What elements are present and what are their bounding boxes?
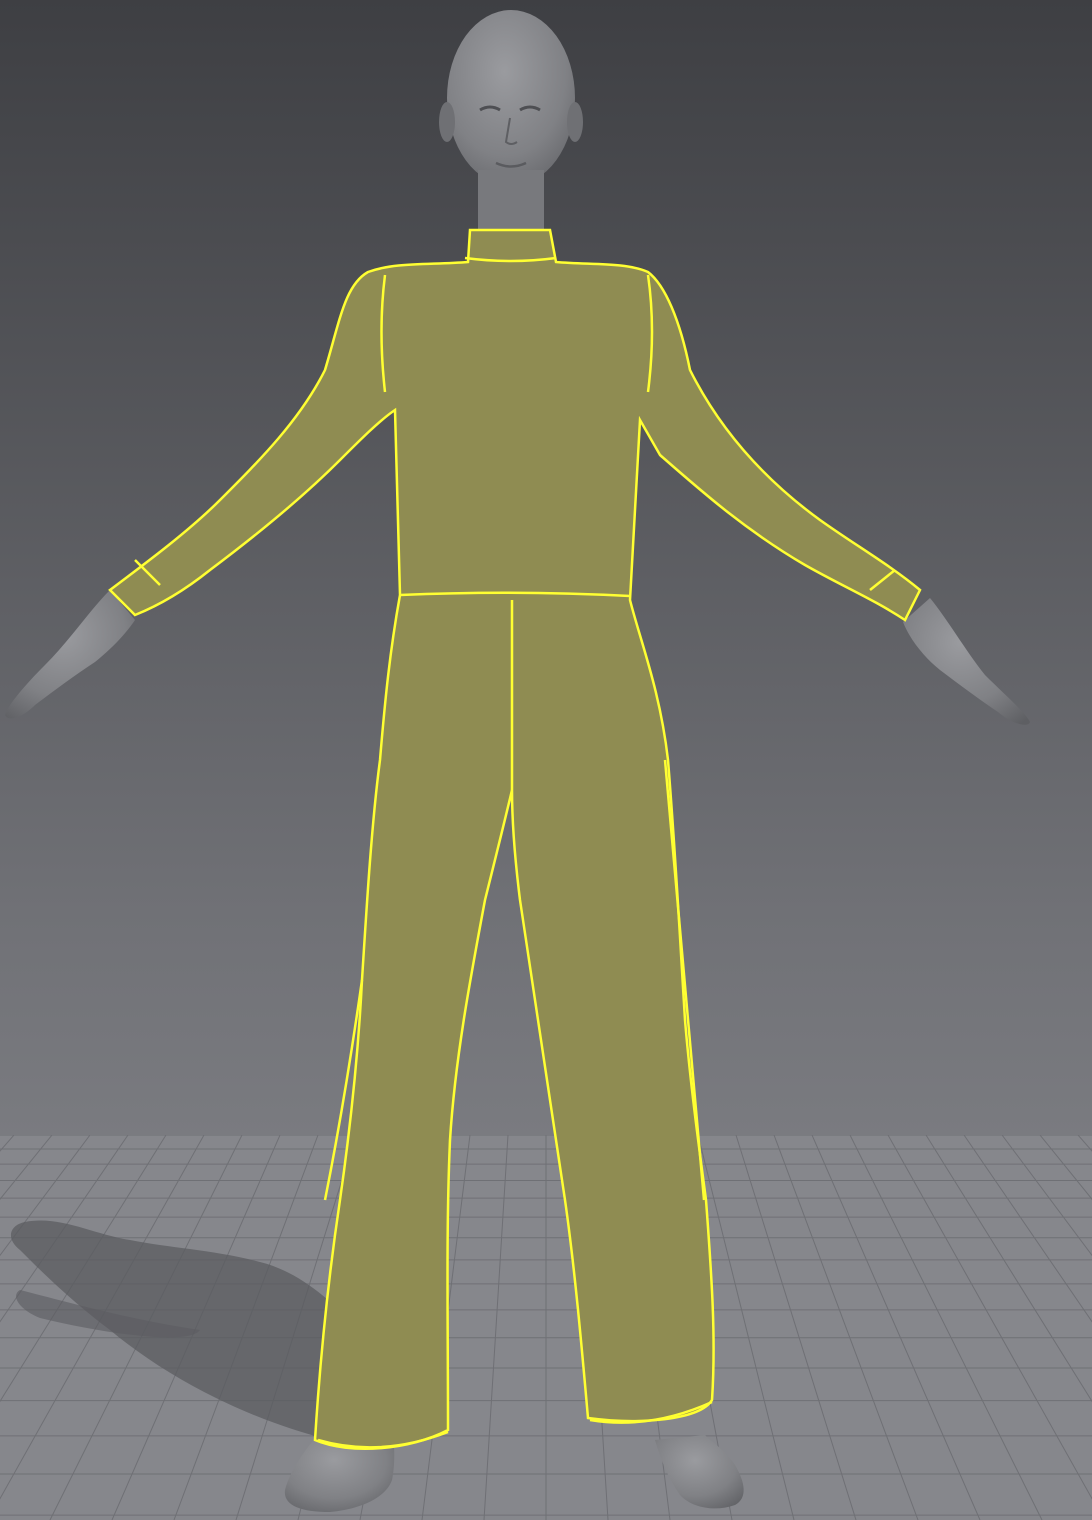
avatar-ear-right — [567, 102, 583, 142]
scene-canvas[interactable] — [0, 0, 1092, 1520]
avatar-head[interactable] — [447, 10, 575, 186]
3d-viewport[interactable] — [0, 0, 1092, 1520]
avatar-ear-left — [439, 102, 455, 142]
